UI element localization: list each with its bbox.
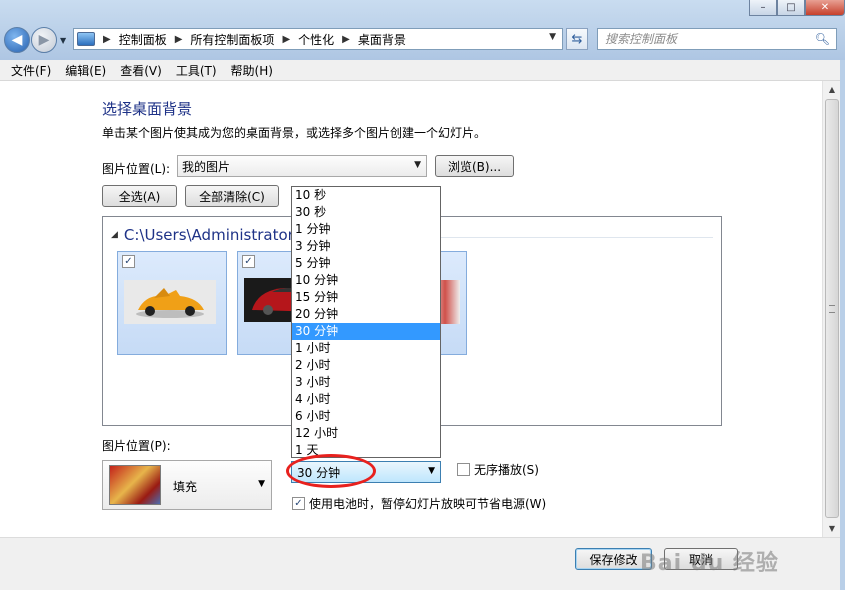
chevron-down-icon: ▼ — [414, 160, 421, 170]
watermark-logo: Bai du 经验 — [640, 551, 779, 576]
picture-thumbnail[interactable]: ✓ — [117, 251, 227, 355]
menu-edit[interactable]: 编辑(E) — [58, 62, 113, 79]
battery-label[interactable]: 使用电池时，暂停幻灯片放映可节省电源(W) — [309, 495, 546, 512]
interval-option[interactable]: 10 秒 — [292, 187, 440, 204]
page-title: 选择桌面背景 — [102, 100, 193, 118]
breadcrumb: ▶ 控制面板 ▶ 所有控制面板项 ▶ 个性化 ▶ 桌面背景 — [95, 31, 406, 48]
chevron-right-icon[interactable]: ▶ — [342, 34, 350, 45]
chevron-right-icon[interactable]: ▶ — [175, 34, 183, 45]
address-history-dropdown[interactable]: ▼ — [549, 32, 556, 42]
interval-option[interactable]: 3 小时 — [292, 374, 440, 391]
chevron-right-icon[interactable]: ▶ — [103, 34, 111, 45]
page-description: 单击某个图片使其成为您的桌面背景，或选择多个图片创建一个幻灯片。 — [102, 126, 487, 140]
menu-tools[interactable]: 工具(T) — [169, 62, 224, 79]
location-combo[interactable]: 我的图片 ▼ — [177, 155, 427, 177]
interval-option[interactable]: 30 秒 — [292, 204, 440, 221]
shuffle-label[interactable]: 无序播放(S) — [474, 461, 539, 478]
menu-file[interactable]: 文件(F) — [4, 62, 58, 79]
arrow-right-icon: ▶ — [38, 32, 50, 48]
group-path: C:\Users\Administrator — [123, 226, 294, 244]
vertical-scrollbar[interactable]: ▲ ▼ — [822, 81, 840, 537]
interval-option[interactable]: 15 分钟 — [292, 289, 440, 306]
arrow-left-icon: ◀ — [11, 32, 23, 48]
car-image-orange — [124, 280, 216, 324]
interval-option[interactable]: 4 小时 — [292, 391, 440, 408]
content-area: 选择桌面背景 单击某个图片使其成为您的桌面背景，或选择多个图片创建一个幻灯片。 … — [0, 81, 822, 537]
address-bar[interactable]: ▶ 控制面板 ▶ 所有控制面板项 ▶ 个性化 ▶ 桌面背景 ▼ — [73, 28, 563, 50]
breadcrumb-item-personalization[interactable]: 个性化 — [298, 31, 334, 48]
interval-option[interactable]: 12 小时 — [292, 425, 440, 442]
window-controls: – □ ✕ — [749, 0, 845, 16]
scroll-up-icon[interactable]: ▲ — [823, 81, 841, 98]
maximize-button[interactable]: □ — [777, 0, 805, 16]
refresh-button[interactable]: ⇆ — [566, 28, 588, 50]
collapse-triangle-icon[interactable]: ◢ — [111, 230, 118, 240]
flower-preview-image — [109, 465, 161, 505]
minimize-button[interactable]: – — [749, 0, 777, 16]
interval-option[interactable]: 6 小时 — [292, 408, 440, 425]
interval-dropdown-list[interactable]: 10 秒 30 秒 1 分钟 3 分钟 5 分钟 10 分钟 15 分钟 20 … — [291, 186, 441, 458]
clear-all-button[interactable]: 全部清除(C) — [185, 185, 279, 207]
interval-option[interactable]: 1 分钟 — [292, 221, 440, 238]
scroll-thumb[interactable] — [825, 99, 839, 518]
shuffle-checkbox[interactable] — [457, 463, 470, 476]
search-icon[interactable]: 🔍︎ — [815, 32, 830, 46]
interval-option-selected[interactable]: 30 分钟 — [292, 323, 440, 340]
menu-view[interactable]: 查看(V) — [113, 62, 169, 79]
chevron-down-icon: ▼ — [258, 479, 265, 489]
gallery-group-header[interactable]: ◢ C:\Users\Administrator — [111, 226, 294, 244]
breadcrumb-item-all-items[interactable]: 所有控制面板项 — [190, 31, 274, 48]
window-border — [840, 60, 845, 590]
control-panel-icon — [77, 32, 95, 46]
interval-option[interactable]: 5 分钟 — [292, 255, 440, 272]
back-button[interactable]: ◀ — [4, 27, 30, 53]
search-input[interactable] — [598, 29, 808, 49]
interval-option[interactable]: 2 小时 — [292, 357, 440, 374]
highlight-ellipse — [286, 454, 376, 488]
select-all-button[interactable]: 全选(A) — [102, 185, 177, 207]
position-value: 填充 — [173, 480, 198, 494]
interval-option[interactable]: 1 小时 — [292, 340, 440, 357]
location-value: 我的图片 — [182, 159, 231, 174]
breadcrumb-item-desktop-background[interactable]: 桌面背景 — [358, 31, 406, 48]
location-label: 图片位置(L): — [102, 162, 171, 176]
chevron-down-icon: ▼ — [60, 36, 67, 45]
scroll-down-icon[interactable]: ▼ — [823, 520, 841, 537]
breadcrumb-item-control-panel[interactable]: 控制面板 — [119, 31, 167, 48]
search-box[interactable]: 🔍︎ — [597, 28, 837, 50]
battery-checkbox[interactable]: ✓ — [292, 497, 305, 510]
picture-checkbox[interactable]: ✓ — [122, 255, 135, 268]
position-combo[interactable]: 填充 ▼ — [102, 460, 272, 510]
interval-option[interactable]: 10 分钟 — [292, 272, 440, 289]
chevron-down-icon: ▼ — [428, 466, 435, 476]
interval-option[interactable]: 20 分钟 — [292, 306, 440, 323]
grip-icon — [829, 305, 835, 313]
browse-button[interactable]: 浏览(B)... — [435, 155, 514, 177]
chevron-right-icon[interactable]: ▶ — [282, 34, 290, 45]
menu-bar: 文件(F) 编辑(E) 查看(V) 工具(T) 帮助(H) — [0, 60, 845, 81]
interval-option[interactable]: 3 分钟 — [292, 238, 440, 255]
forward-button[interactable]: ▶ — [31, 27, 57, 53]
recent-pages-dropdown[interactable]: ▼ — [60, 36, 66, 45]
title-bar: – □ ✕ ◀ ▶ ▼ ▶ 控制面板 ▶ 所有控制面板项 ▶ 个性化 ▶ 桌面背… — [0, 0, 845, 60]
position-label: 图片位置(P): — [102, 439, 171, 453]
refresh-icon: ⇆ — [571, 31, 583, 47]
close-button[interactable]: ✕ — [805, 0, 845, 16]
menu-help[interactable]: 帮助(H) — [224, 62, 280, 79]
